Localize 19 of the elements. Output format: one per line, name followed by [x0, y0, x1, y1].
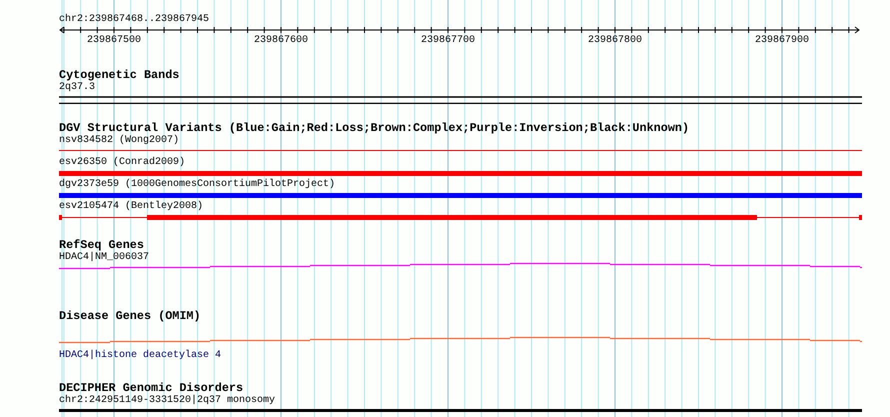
range-label: chr2:239867468..239867945: [59, 14, 210, 26]
track-title: Cytogenetic Bands: [59, 69, 180, 82]
track-title: DECIPHER Genomic Disorders: [59, 382, 244, 395]
feature-label: HDAC4|histone deacetylase 4: [59, 350, 222, 362]
tick-label: 239867700: [421, 35, 475, 47]
tick-label: 239867500: [87, 35, 141, 47]
tick-label: 239867800: [588, 35, 642, 47]
feature-label: esv26350 (Conrad2009): [59, 157, 186, 169]
track-title: DGV Structural Variants (Blue:Gain;Red:Loss;Brown:Complex;Purple:Inversion;Black:Unknown): [59, 122, 690, 135]
feature-label: esv2105474 (Bentley2008): [59, 201, 204, 213]
feature-label: dgv2373e59 (1000GenomesConsortiumPilotProject): [59, 179, 336, 191]
feature-label: chr2:242951149-3331520|2q37 monosomy: [59, 395, 276, 407]
tick-label: 239867600: [254, 35, 308, 47]
track-title: RefSeq Genes: [59, 239, 144, 252]
feature-label: HDAC4|NM_006037: [59, 252, 150, 264]
feature-label: 2q37.3: [59, 82, 96, 94]
track-title: Disease Genes (OMIM): [59, 310, 202, 323]
feature-label: nsv834582 (Wong2007): [59, 135, 180, 147]
tick-label: 239867900: [755, 35, 809, 47]
